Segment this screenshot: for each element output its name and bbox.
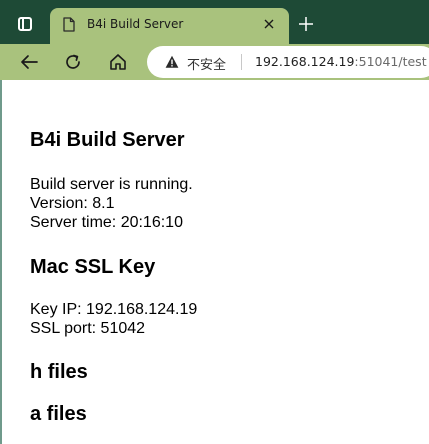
url-text[interactable]: 192.168.124.19:51041/test (255, 54, 427, 69)
reload-button[interactable] (61, 50, 85, 74)
new-tab-button[interactable] (296, 14, 316, 34)
home-icon (110, 54, 126, 70)
tab-actions-button[interactable] (8, 10, 42, 38)
version-text: Version: 8.1 (30, 195, 115, 212)
ssl-port-text: SSL port: 51042 (30, 320, 146, 337)
a-files-heading: a files (30, 403, 87, 425)
tab-active[interactable]: B4i Build Server (50, 8, 289, 44)
tab-close-button[interactable] (261, 16, 277, 32)
toolbar: 不安全 192.168.124.19:51041/test (0, 44, 429, 80)
tab-title: B4i Build Server (87, 17, 184, 31)
back-arrow-icon (21, 55, 38, 69)
tab-strip: B4i Build Server (0, 0, 429, 44)
omnibox-divider (241, 54, 242, 70)
page-icon (63, 17, 75, 32)
url-path: :51041/test (354, 54, 427, 69)
address-bar[interactable]: 不安全 192.168.124.19:51041/test (147, 46, 429, 78)
plus-icon (299, 17, 313, 31)
status-text: Build server is running. (30, 176, 193, 193)
home-button[interactable] (106, 50, 130, 74)
key-ip-text: Key IP: 192.168.124.19 (30, 301, 198, 318)
tab-actions-icon (18, 17, 32, 31)
security-label[interactable]: 不安全 (187, 54, 226, 73)
h-files-heading: h files (30, 361, 88, 383)
page-content: B4i Build Server Build server is running… (30, 80, 425, 444)
browser-window: B4i Build Server 不安全 192.168.124.19:5104… (0, 0, 429, 444)
reload-icon (66, 54, 80, 69)
server-time-text: Server time: 20:16:10 (30, 214, 183, 231)
warning-triangle-icon[interactable] (165, 55, 179, 69)
page-title: B4i Build Server (30, 129, 185, 151)
url-host: 192.168.124.19 (255, 54, 355, 69)
close-icon (264, 19, 274, 29)
back-button[interactable] (17, 50, 41, 74)
ssl-key-heading: Mac SSL Key (30, 256, 156, 278)
